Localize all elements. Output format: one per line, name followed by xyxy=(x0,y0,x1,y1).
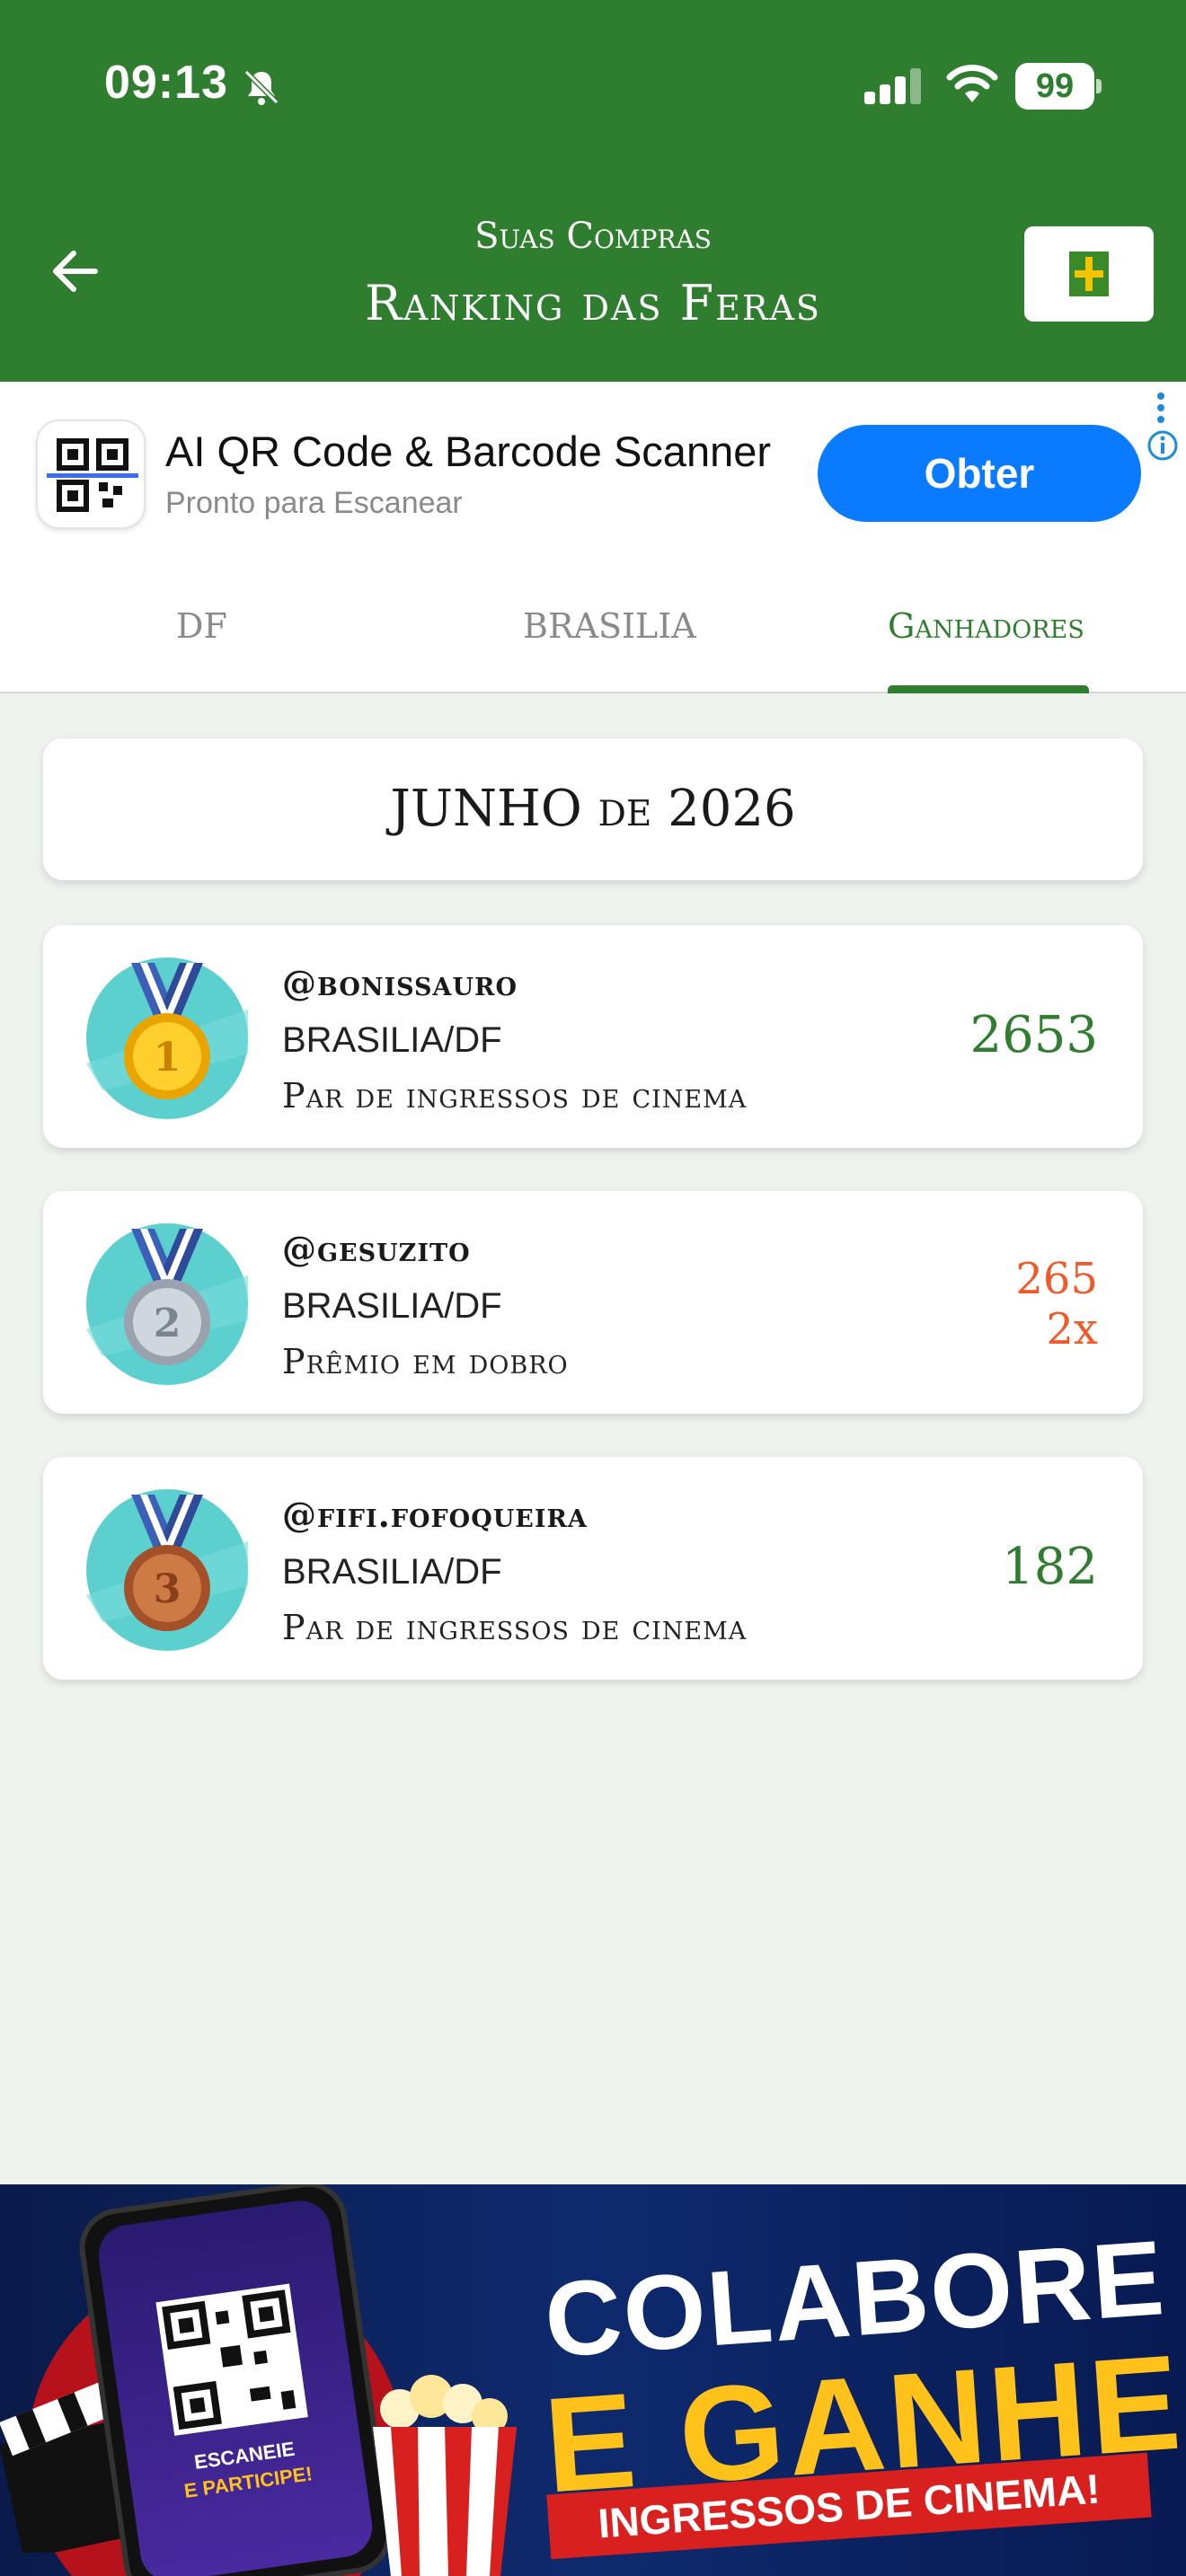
qr-app-icon xyxy=(36,419,146,529)
battery-level: 99 xyxy=(1015,63,1094,110)
tab-df[interactable]: DF xyxy=(176,606,227,646)
winner-username: @gesuzito xyxy=(282,1229,471,1269)
svg-text:2: 2 xyxy=(154,1301,181,1346)
svg-text:1: 1 xyxy=(154,1035,181,1081)
promo-banner[interactable]: ESCANEIE E PARTICIPE! COLABORE E GANHE I… xyxy=(0,2184,1186,2576)
ad-more-icon[interactable] xyxy=(1155,392,1166,424)
bell-muted-icon xyxy=(243,69,279,105)
phone-illustration: ESCANEIE E PARTICIPE! xyxy=(74,2184,397,2576)
ad-get-button[interactable]: Obter xyxy=(818,425,1141,522)
winner-card-1[interactable]: 1 @bonissauro BRASILIA/DF Par de ingress… xyxy=(43,925,1143,1148)
winner-prize: Par de ingressos de cinema xyxy=(282,1076,748,1116)
header-subtitle: Suas Compras xyxy=(474,216,712,257)
gold-medal-icon: 1 xyxy=(86,957,248,1119)
winner-score: 265 2x xyxy=(1015,1254,1098,1354)
month-header-card: JUNHO de 2026 xyxy=(43,738,1143,880)
winner-card-3[interactable]: 3 @fifi.fofoqueira BRASILIA/DF Par de in… xyxy=(43,1457,1143,1680)
winner-prize: Prêmio em dobro xyxy=(282,1342,569,1381)
page-title: Ranking das Feras xyxy=(365,275,821,331)
battery-tip xyxy=(1096,79,1102,93)
winner-username: @fifi.fofoqueira xyxy=(282,1495,588,1535)
ad-info-icon[interactable] xyxy=(1146,429,1179,462)
app-header: 09:13 99 Suas Compras Ranking das Feras xyxy=(0,0,1186,382)
tab-brasilia[interactable]: BRASILIA xyxy=(523,606,696,646)
phone-screen: ESCANEIE E PARTICIPE! xyxy=(94,2196,376,2576)
winner-score-value: 265 xyxy=(1015,1254,1098,1304)
winner-prize: Par de ingressos de cinema xyxy=(282,1608,748,1647)
winner-card-2[interactable]: 2 @gesuzito BRASILIA/DF Prêmio em dobro … xyxy=(43,1191,1143,1414)
tab-ganhadores[interactable]: Ganhadores xyxy=(888,606,1084,646)
svg-text:3: 3 xyxy=(154,1566,181,1612)
winner-score: 182 xyxy=(1002,1538,1098,1596)
ad-banner[interactable]: AI QR Code & Barcode Scanner Pronto para… xyxy=(0,382,1186,561)
winner-score-multiplier: 2x xyxy=(1046,1304,1098,1354)
winner-username: @bonissauro xyxy=(282,963,518,1003)
active-tab-indicator xyxy=(888,685,1089,693)
winner-city: BRASILIA/DF xyxy=(282,1286,502,1326)
signal-icon xyxy=(864,68,921,104)
wifi-icon xyxy=(946,65,998,102)
df-flag-icon xyxy=(1069,251,1109,296)
bronze-medal-icon: 3 xyxy=(86,1489,248,1651)
silver-medal-icon: 2 xyxy=(86,1223,248,1385)
battery-indicator: 99 xyxy=(1015,63,1102,110)
df-flag-button[interactable] xyxy=(1024,226,1154,322)
winner-city: BRASILIA/DF xyxy=(282,1552,502,1592)
ad-subtitle: Pronto para Escanear xyxy=(165,486,463,520)
winner-score: 2653 xyxy=(969,1006,1098,1064)
ad-title: AI QR Code & Barcode Scanner xyxy=(165,428,772,475)
tab-bar: DF BRASILIA Ganhadores xyxy=(0,561,1186,693)
winner-city: BRASILIA/DF xyxy=(282,1020,502,1060)
phone-qr-icon xyxy=(155,2283,308,2436)
popcorn-icon xyxy=(373,2375,517,2576)
status-time: 09:13 xyxy=(104,57,228,109)
